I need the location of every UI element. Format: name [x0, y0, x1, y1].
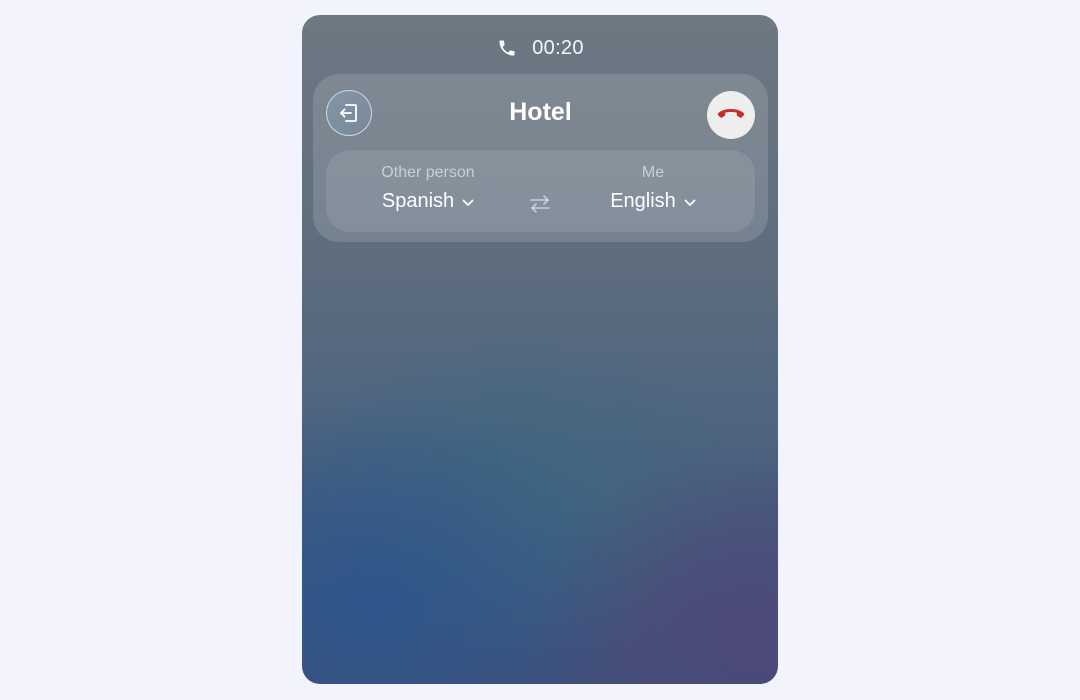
me-label: Me [641, 164, 665, 181]
other-person-language: Other person Spanish [328, 150, 528, 232]
swap-arrows-icon [528, 193, 552, 215]
chevron-down-icon [462, 197, 474, 209]
other-person-label: Other person [381, 164, 475, 181]
my-language: Me English [553, 150, 753, 232]
phone-icon [496, 37, 518, 59]
my-language-value: English [610, 190, 676, 212]
call-timer: 00:20 [532, 36, 584, 59]
end-call-button[interactable] [707, 91, 755, 139]
other-person-language-value: Spanish [381, 190, 455, 212]
swap-languages-button[interactable] [526, 190, 554, 218]
language-selector-panel: Other person Spanish Me English [326, 150, 755, 232]
my-language-dropdown[interactable]: English [610, 190, 696, 213]
other-person-language-dropdown[interactable]: Spanish [382, 190, 474, 213]
end-call-icon [716, 107, 746, 123]
chevron-down-icon [684, 197, 696, 209]
translation-card: Hotel Other person Spanish Me English [313, 74, 768, 242]
page-title: Hotel [509, 98, 572, 126]
call-screen: 00:20 Hotel Other person Spanish Me Engl… [302, 15, 778, 684]
call-status-bar: 00:20 [302, 35, 778, 61]
